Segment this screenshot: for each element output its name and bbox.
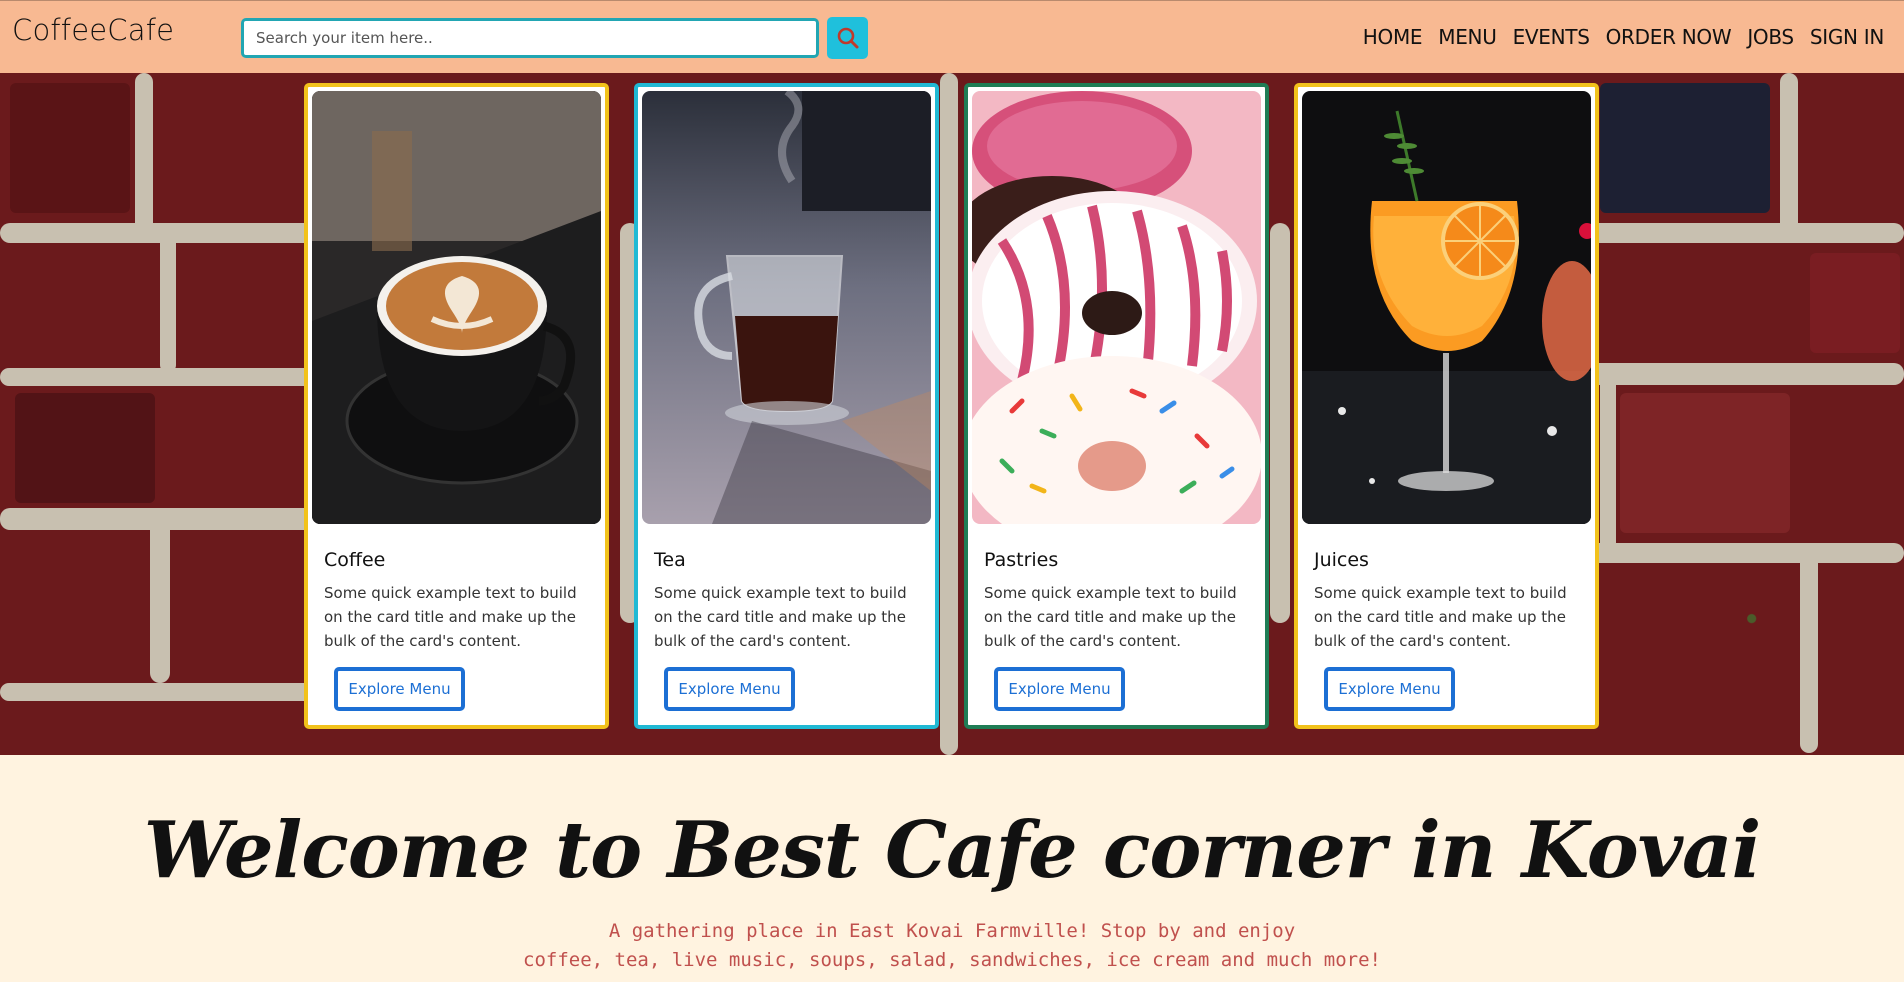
donuts-photo (972, 91, 1261, 524)
hero-section: Coffee Some quick example text to build … (0, 73, 1904, 755)
card-coffee: Coffee Some quick example text to build … (304, 83, 609, 729)
search-input[interactable] (241, 18, 819, 58)
nav-order-now[interactable]: ORDER NOW (1606, 25, 1732, 49)
card-title: Coffee (324, 549, 386, 571)
nav-jobs[interactable]: JOBS (1747, 25, 1794, 49)
brick-wall-background (0, 73, 1904, 755)
search-icon (837, 27, 858, 49)
nav-events[interactable]: EVENTS (1513, 25, 1590, 49)
orange-cocktail-photo (1302, 91, 1591, 524)
card-tea: Tea Some quick example text to build on … (634, 83, 939, 729)
card-juices: Juices Some quick example text to build … (1294, 83, 1599, 729)
welcome-subtitle-line-2: coffee, tea, live music, soups, salad, s… (523, 949, 1381, 971)
coffee-illustration (312, 91, 601, 524)
latte-cup-photo (312, 91, 601, 524)
card-text: Some quick example text to build on the … (984, 584, 1237, 650)
donuts-illustration (972, 91, 1261, 524)
brand-logo[interactable]: CoffeeCafe (12, 13, 174, 47)
card-text: Some quick example text to build on the … (654, 584, 907, 650)
card-title: Pastries (984, 549, 1059, 571)
card-pastries: Pastries Some quick example text to buil… (964, 83, 1269, 729)
welcome-subtitle: A gathering place in East Kovai Farmvill… (0, 917, 1904, 975)
nav-menu[interactable]: MENU (1438, 25, 1497, 49)
card-title: Juices (1314, 549, 1369, 571)
tea-illustration (642, 91, 931, 524)
explore-menu-button[interactable]: Explore Menu (1324, 667, 1455, 711)
juice-illustration (1302, 91, 1591, 524)
nav-links: HOME MENU EVENTS ORDER NOW JOBS SIGN IN (1363, 25, 1885, 49)
nav-home[interactable]: HOME (1363, 25, 1423, 49)
card-text: Some quick example text to build on the … (324, 584, 577, 650)
navbar: CoffeeCafe HOME MENU EVENTS ORDER NOW JO… (0, 0, 1904, 73)
welcome-subtitle-line-1: A gathering place in East Kovai Farmvill… (608, 920, 1296, 942)
glass-tea-cup-photo (642, 91, 931, 524)
nav-sign-in[interactable]: SIGN IN (1810, 25, 1884, 49)
search-button[interactable] (827, 17, 868, 59)
card-text: Some quick example text to build on the … (1314, 584, 1567, 650)
explore-menu-button[interactable]: Explore Menu (664, 667, 795, 711)
card-title: Tea (654, 549, 686, 571)
welcome-title: Welcome to Best Cafe corner in Kovai (143, 805, 1761, 896)
welcome-section: Welcome to Best Cafe corner in Kovai A g… (0, 755, 1904, 982)
explore-menu-button[interactable]: Explore Menu (994, 667, 1125, 711)
explore-menu-button[interactable]: Explore Menu (334, 667, 465, 711)
